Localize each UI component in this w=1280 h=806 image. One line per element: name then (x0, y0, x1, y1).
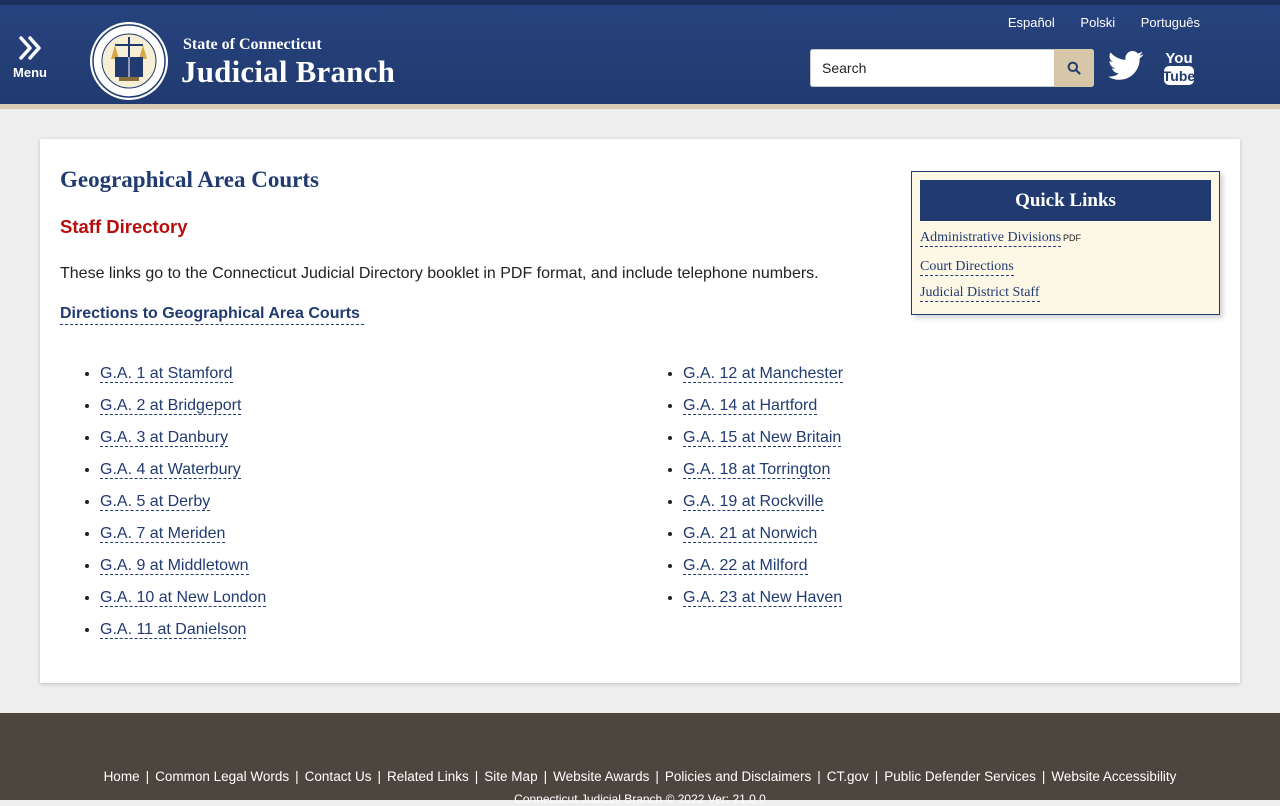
list-item: G.A. 19 at Rockville (683, 491, 843, 523)
footer-link-common-legal-words[interactable]: Common Legal Words (155, 769, 289, 784)
pdf-tag: PDF (1063, 233, 1081, 243)
footer-separator: | (377, 769, 381, 784)
list-item: G.A. 1 at Stamford (100, 363, 266, 395)
quick-link-court-directions[interactable]: Court Directions (920, 259, 1014, 276)
quick-links-panel: Quick Links Administrative Divisions PDF… (911, 171, 1220, 315)
page-title: Geographical Area Courts (60, 167, 319, 192)
list-item: G.A. 12 at Manchester (683, 363, 844, 395)
quick-link-administrative-divisions[interactable]: Administrative Divisions (920, 230, 1062, 247)
search-box (810, 49, 1094, 87)
court-link[interactable]: G.A. 14 at Hartford (683, 397, 818, 415)
footer-links: Home | Common Legal Words | Contact Us | Relat… (0, 769, 1280, 784)
court-link[interactable]: G.A. 4 at Waterbury (100, 461, 241, 479)
court-list-right: G.A. 12 at Manchester G.A. 14 at Hartfor… (663, 363, 844, 619)
court-link[interactable]: G.A. 23 at New Haven (683, 589, 843, 607)
footer-separator: | (1041, 769, 1046, 784)
menu-label: Menu (13, 65, 47, 80)
footer-separator: | (474, 769, 479, 784)
intro-text: These links go to the Connecticut Judici… (60, 265, 819, 282)
list-item: G.A. 18 at Torrington (683, 459, 843, 491)
court-link[interactable]: G.A. 15 at New Britain (683, 429, 842, 447)
footer-link-related-links[interactable]: Related Links (387, 769, 469, 784)
list-item: G.A. 3 at Danbury (100, 427, 266, 459)
footer-separator: | (874, 769, 879, 784)
brand-title[interactable]: Judicial Branch (181, 54, 395, 90)
footer-separator: | (295, 769, 299, 784)
search-input[interactable] (810, 49, 1054, 87)
list-item: G.A. 2 at Bridgeport (100, 395, 266, 427)
court-link[interactable]: G.A. 9 at Middletown (100, 557, 249, 575)
list-item: G.A. 23 at New Haven (683, 587, 843, 619)
svg-text:Tube: Tube (1163, 68, 1196, 84)
court-link[interactable]: G.A. 18 at Torrington (683, 461, 831, 479)
youtube-icon[interactable]: You Tube (1162, 47, 1196, 87)
list-item: G.A. 21 at Norwich (683, 523, 843, 555)
footer-link-policies[interactable]: Policies and Disclaimers (665, 769, 811, 784)
search-icon (1067, 61, 1081, 75)
court-link[interactable]: G.A. 7 at Meriden (100, 525, 226, 543)
list-item: G.A. 7 at Meriden (100, 523, 266, 555)
copyright-text: Connecticut Judicial Branch © 2022 Ver: … (514, 792, 766, 806)
footer-separator: | (655, 769, 659, 784)
court-link[interactable]: G.A. 21 at Norwich (683, 525, 818, 543)
court-list-left: G.A. 1 at Stamford G.A. 2 at Bridgeport … (80, 363, 267, 651)
court-link[interactable]: G.A. 10 at New London (100, 589, 267, 607)
svg-text:You: You (1165, 50, 1192, 67)
language-link-portugues[interactable]: Português (1141, 15, 1200, 30)
list-item: G.A. 10 at New London (100, 587, 267, 619)
list-item: G.A. 15 at New Britain (683, 427, 843, 459)
list-item: G.A. 5 at Derby (100, 491, 266, 523)
footer-link-home[interactable]: Home (104, 769, 140, 784)
court-link[interactable]: G.A. 11 at Danielson (100, 621, 247, 639)
court-link[interactable]: G.A. 1 at Stamford (100, 365, 233, 383)
search-button[interactable] (1054, 49, 1094, 87)
court-link[interactable]: G.A. 3 at Danbury (100, 429, 229, 447)
header-divider (0, 104, 1280, 109)
content-card: Geographical Area Courts Staff Directory… (40, 139, 1240, 683)
list-item: G.A. 4 at Waterbury (100, 459, 266, 491)
language-link-polski[interactable]: Polski (1080, 15, 1115, 30)
court-link[interactable]: G.A. 2 at Bridgeport (100, 397, 242, 415)
directions-link[interactable]: Directions to Geographical Area Courts (60, 305, 364, 325)
court-link[interactable]: G.A. 5 at Derby (100, 493, 211, 511)
court-link[interactable]: G.A. 19 at Rockville (683, 493, 824, 511)
list-item: G.A. 22 at Milford (683, 555, 843, 587)
footer-link-contact-us[interactable]: Contact Us (305, 769, 372, 784)
judicial-seal-logo[interactable] (89, 21, 169, 101)
site-header: Menu State of Connecticut Judicial Branc… (0, 0, 1280, 104)
footer-link-ct-gov[interactable]: CT.gov (827, 769, 869, 784)
language-link-espanol[interactable]: Español (1008, 15, 1055, 30)
double-chevron-right-icon (19, 36, 41, 60)
quick-links-title: Quick Links (920, 180, 1211, 221)
footer-separator: | (543, 769, 548, 784)
list-item: G.A. 11 at Danielson (100, 619, 266, 651)
list-item: G.A. 9 at Middletown (100, 555, 266, 587)
court-link[interactable]: G.A. 22 at Milford (683, 557, 808, 575)
footer-link-public-defender[interactable]: Public Defender Services (884, 769, 1036, 784)
brand-subtitle: State of Connecticut (183, 36, 322, 53)
quick-link-judicial-district-staff[interactable]: Judicial District Staff (920, 285, 1040, 302)
site-footer: Home | Common Legal Words | Contact Us | Relat… (0, 713, 1280, 806)
twitter-icon[interactable] (1108, 51, 1144, 81)
footer-separator: | (817, 769, 821, 784)
footer-link-accessibility[interactable]: Website Accessibility (1051, 769, 1176, 784)
section-title: Staff Directory (60, 216, 188, 237)
footer-separator: | (145, 769, 150, 784)
menu-button[interactable]: Menu (10, 35, 50, 87)
footer-link-site-map[interactable]: Site Map (484, 769, 537, 784)
language-links: Español Polski Português (986, 15, 1200, 30)
court-link[interactable]: G.A. 12 at Manchester (683, 365, 844, 383)
footer-link-website-awards[interactable]: Website Awards (553, 769, 649, 784)
list-item: G.A. 14 at Hartford (683, 395, 843, 427)
